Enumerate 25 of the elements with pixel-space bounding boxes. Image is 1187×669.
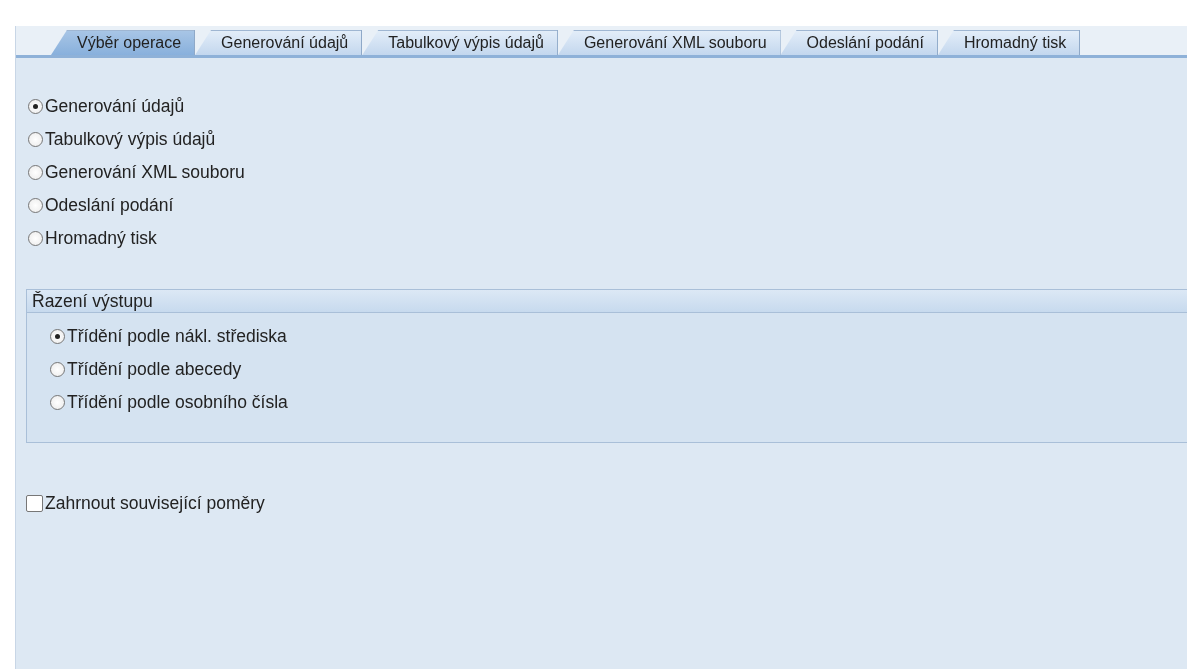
tab[interactable]: Výběr operace (51, 30, 196, 55)
option-label: Třídění podle abecedy (67, 359, 242, 380)
radio-button[interactable] (28, 165, 43, 180)
checkbox[interactable] (26, 495, 43, 512)
option-label: Odeslání podání (45, 195, 174, 216)
radio-button[interactable] (50, 362, 65, 377)
tab[interactable]: Generování XML souboru (557, 30, 781, 55)
radio-button[interactable] (50, 329, 65, 344)
option-label: Zahrnout související poměry (45, 493, 265, 514)
tab[interactable]: Hromadný tisk (937, 30, 1081, 55)
radio-button[interactable] (50, 395, 65, 410)
radio-button[interactable] (28, 198, 43, 213)
radio-button[interactable] (28, 231, 43, 246)
tab[interactable]: Tabulkový výpis údajů (362, 30, 558, 55)
option-label: Třídění podle osobního čísla (67, 392, 288, 413)
option-label: Třídění podle nákl. střediska (67, 326, 287, 347)
option-label: Generování XML souboru (45, 162, 245, 183)
tab[interactable]: Generování údajů (195, 30, 363, 55)
radio-button[interactable] (28, 99, 43, 114)
group-title: Řazení výstupu (32, 290, 153, 312)
tab[interactable]: Odeslání podání (780, 30, 938, 55)
radio-button[interactable] (28, 132, 43, 147)
option-label: Generování údajů (45, 96, 185, 117)
option-label: Hromadný tisk (45, 228, 157, 249)
option-label: Tabulkový výpis údajů (45, 129, 216, 150)
